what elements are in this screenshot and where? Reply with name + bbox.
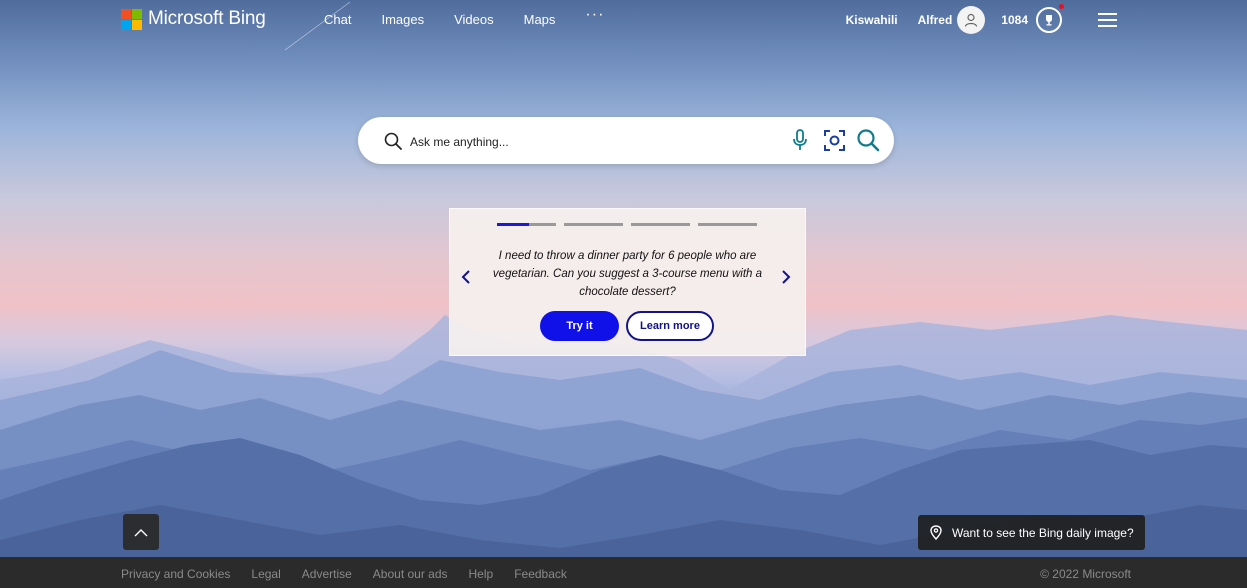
search-input[interactable]	[408, 129, 772, 155]
footer-links: Privacy and Cookies Legal Advertise Abou…	[121, 567, 588, 581]
microphone-icon[interactable]	[792, 129, 808, 151]
rewards-points[interactable]: 1084	[1001, 13, 1028, 27]
user-name[interactable]: Alfred	[918, 13, 953, 27]
nav-videos[interactable]: Videos	[454, 12, 494, 27]
trophy-icon	[1046, 15, 1052, 26]
daily-image-button[interactable]: Want to see the Bing daily image?	[918, 515, 1145, 550]
daily-image-label: Want to see the Bing daily image?	[952, 525, 1134, 540]
nav-maps[interactable]: Maps	[524, 12, 556, 27]
main-nav: Chat Images Videos Maps ···	[324, 6, 604, 27]
carousel-dot-4[interactable]	[698, 223, 757, 226]
search-box	[358, 117, 894, 164]
chevron-up-icon	[134, 528, 148, 536]
user-icon	[965, 13, 978, 27]
footer-link-advertise[interactable]: Advertise	[302, 567, 352, 581]
visual-search-icon[interactable]	[823, 129, 846, 152]
copyright: © 2022 Microsoft	[1040, 567, 1131, 581]
carousel-indicators	[497, 223, 757, 226]
carousel-dot-2[interactable]	[564, 223, 623, 226]
footer-link-about-ads[interactable]: About our ads	[373, 567, 448, 581]
carousel-progress	[497, 223, 530, 226]
location-pin-icon	[930, 525, 942, 540]
top-bar: Microsoft Bing Chat Images Videos Maps ·…	[0, 0, 1247, 40]
bing-logo[interactable]: Microsoft Bing	[121, 8, 266, 30]
logo-text: Microsoft Bing	[148, 8, 266, 29]
footer-link-feedback[interactable]: Feedback	[514, 567, 567, 581]
scroll-up-button[interactable]	[123, 514, 159, 550]
carousel-dot-1[interactable]	[497, 223, 556, 226]
carousel-dot-3[interactable]	[631, 223, 690, 226]
microsoft-logo-icon	[121, 8, 142, 30]
footer-link-privacy[interactable]: Privacy and Cookies	[121, 567, 230, 581]
rewards-button[interactable]	[1036, 4, 1064, 33]
search-icon	[384, 132, 402, 150]
try-it-button[interactable]: Try it	[540, 311, 619, 341]
footer: Privacy and Cookies Legal Advertise Abou…	[0, 557, 1247, 588]
footer-link-help[interactable]: Help	[469, 567, 494, 581]
page: Microsoft Bing Chat Images Videos Maps ·…	[0, 0, 1247, 588]
more-menu-button[interactable]: ···	[585, 6, 604, 27]
account-area: Kiswahili Alfred 1084	[846, 4, 1117, 35]
nav-chat[interactable]: Chat	[324, 12, 351, 27]
chat-suggestion-card: I need to throw a dinner party for 6 peo…	[449, 208, 806, 356]
chevron-right-icon[interactable]	[780, 269, 792, 285]
suggestion-text: I need to throw a dinner party for 6 peo…	[492, 250, 763, 298]
learn-more-button[interactable]: Learn more	[626, 311, 714, 341]
footer-link-legal[interactable]: Legal	[251, 567, 280, 581]
avatar[interactable]	[957, 6, 986, 34]
nav-images[interactable]: Images	[381, 12, 424, 27]
search-submit-icon[interactable]	[856, 128, 880, 152]
language-link[interactable]: Kiswahili	[846, 13, 898, 27]
notification-dot	[1059, 4, 1064, 9]
hamburger-menu-icon[interactable]	[1098, 13, 1117, 27]
chevron-left-icon[interactable]	[460, 269, 472, 285]
